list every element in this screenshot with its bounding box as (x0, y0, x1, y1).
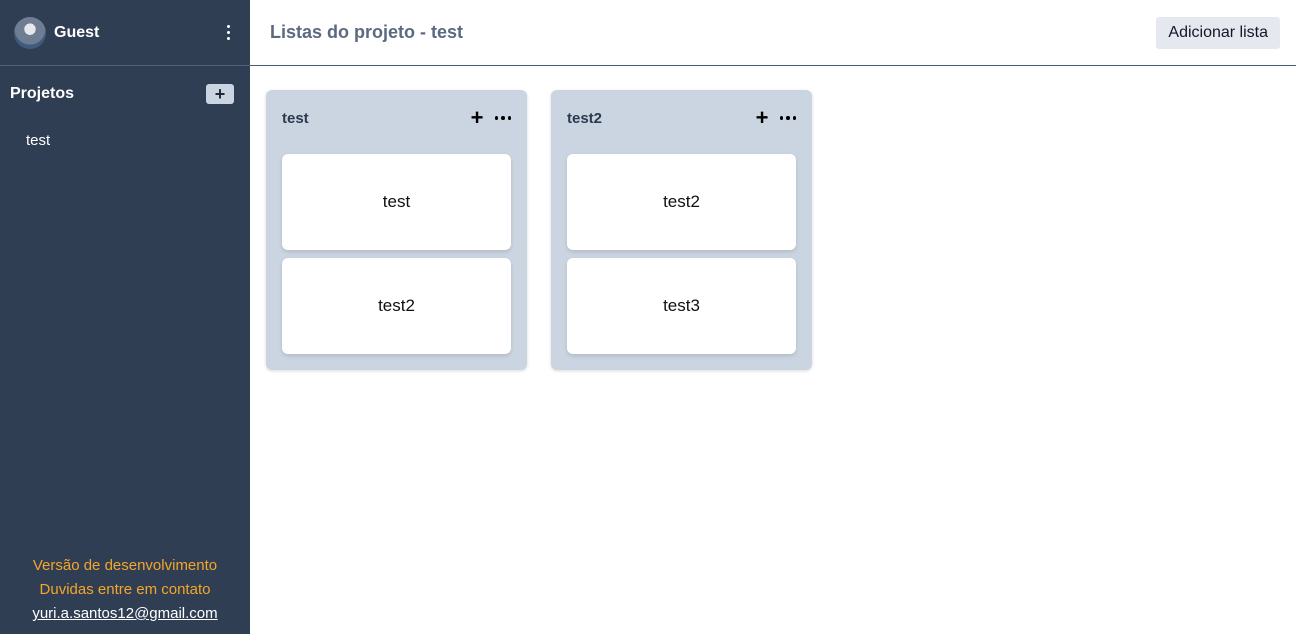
sidebar-footer: Versão de desenvolvimento Duvidas entre … (0, 554, 250, 626)
page-title: Listas do projeto - test (270, 22, 464, 42)
list-header: test + (282, 90, 511, 146)
add-list-button[interactable]: Adicionar lista (1156, 16, 1280, 49)
user-menu-icon[interactable] (220, 23, 236, 43)
topbar: Listas do projeto - test Adicionar lista (250, 0, 1296, 66)
board: test + test test2 test2 + test2 test3 (250, 66, 1296, 394)
projects-header: Projetos + (0, 84, 250, 104)
app: Guest Projetos + test Versão de desenvol… (0, 0, 1296, 634)
list-header: test2 + (567, 90, 796, 146)
add-card-icon[interactable]: + (752, 107, 772, 129)
sidebar: Guest Projetos + test Versão de desenvol… (0, 0, 250, 634)
sidebar-item-project[interactable]: test (0, 132, 250, 149)
card[interactable]: test2 (282, 258, 511, 354)
user-bar: Guest (0, 0, 250, 66)
list-title: test2 (567, 109, 603, 127)
more-options-icon[interactable] (495, 108, 511, 128)
projects-title: Projetos (10, 85, 75, 102)
more-options-icon[interactable] (780, 108, 796, 128)
card[interactable]: test3 (567, 258, 796, 354)
contact-text: Duvidas entre em contato (39, 581, 211, 598)
list-column: test + test test2 (266, 90, 527, 370)
add-card-icon[interactable]: + (467, 107, 487, 129)
list-column: test2 + test2 test3 (551, 90, 812, 370)
card[interactable]: test (282, 154, 511, 250)
card[interactable]: test2 (567, 154, 796, 250)
user-name: Guest (54, 23, 100, 41)
contact-email-link[interactable]: yuri.a.santos12@gmail.com (32, 605, 217, 622)
main: Listas do projeto - test Adicionar lista… (250, 0, 1296, 634)
avatar[interactable] (14, 16, 46, 49)
add-project-button[interactable]: + (206, 84, 234, 104)
list-title: test (282, 109, 309, 127)
dev-version-text: Versão de desenvolvimento (32, 557, 218, 574)
